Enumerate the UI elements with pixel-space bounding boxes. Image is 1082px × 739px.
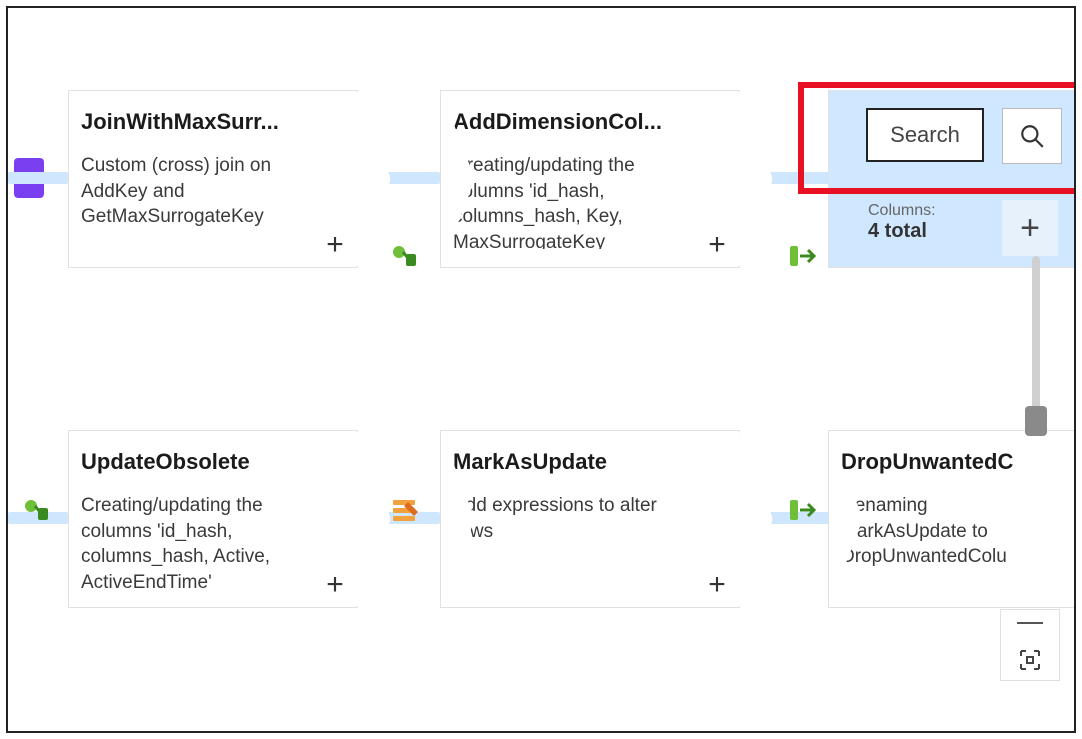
node-title: MarkAsUpdate — [453, 449, 695, 475]
add-transformation-button[interactable]: + — [703, 571, 731, 599]
zoom-fit-icon[interactable] — [1018, 648, 1042, 672]
node-join-with-max-surr[interactable]: JoinWithMaxSurr... Custom (cross) join o… — [68, 90, 358, 268]
search-icon — [1019, 123, 1045, 149]
node-description: Custom (cross) join on AddKey and GetMax… — [81, 153, 313, 230]
add-transformation-button[interactable]: + — [703, 231, 731, 259]
flow-row-2: UpdateObsolete Creating/updating the col… — [8, 430, 1074, 608]
zoom-panel — [1000, 609, 1060, 681]
node-drop-unwanted[interactable]: DropUnwantedC Renaming MarkAsUpdate to D… — [828, 430, 1076, 608]
alter-row-icon — [390, 494, 426, 530]
node-title: DropUnwantedC — [841, 449, 1043, 475]
node-mark-as-update[interactable]: MarkAsUpdate Add expressions to alter ro… — [440, 430, 740, 608]
zoom-out-icon[interactable] — [1017, 622, 1043, 624]
columns-summary: Columns: 4 total — [868, 202, 936, 243]
node-title: JoinWithMaxSurr... — [81, 109, 313, 135]
add-transformation-button[interactable]: + — [321, 231, 349, 259]
node-description: Add expressions to alter rows — [453, 493, 695, 544]
node-title: UpdateObsolete — [81, 449, 313, 475]
search-input[interactable]: Search — [866, 108, 984, 162]
node-title: AddDimensionCol... — [453, 109, 695, 135]
select-icon — [786, 494, 822, 530]
add-transformation-button[interactable]: + — [321, 571, 349, 599]
node-description: Creating/updating the columns 'id_hash, … — [453, 153, 695, 249]
columns-count: 4 total — [868, 220, 936, 243]
columns-label: Columns: — [868, 202, 936, 220]
vertical-scrollbar-thumb[interactable] — [1025, 406, 1047, 436]
derived-column-icon — [22, 494, 58, 530]
select-icon — [786, 240, 822, 276]
derived-column-icon — [390, 240, 426, 276]
node-update-obsolete[interactable]: UpdateObsolete Creating/updating the col… — [68, 430, 358, 608]
data-flow-canvas[interactable]: JoinWithMaxSurr... Custom (cross) join o… — [6, 6, 1076, 733]
add-column-button[interactable]: + — [1002, 200, 1058, 256]
node-description: Renaming MarkAsUpdate to DropUnwantedCol… — [841, 493, 1043, 570]
node-add-dimension-col[interactable]: AddDimensionCol... Creating/updating the… — [440, 90, 740, 268]
search-placeholder: Search — [890, 122, 960, 148]
node-description: Creating/updating the columns 'id_hash, … — [81, 493, 313, 589]
search-button[interactable] — [1002, 108, 1062, 164]
